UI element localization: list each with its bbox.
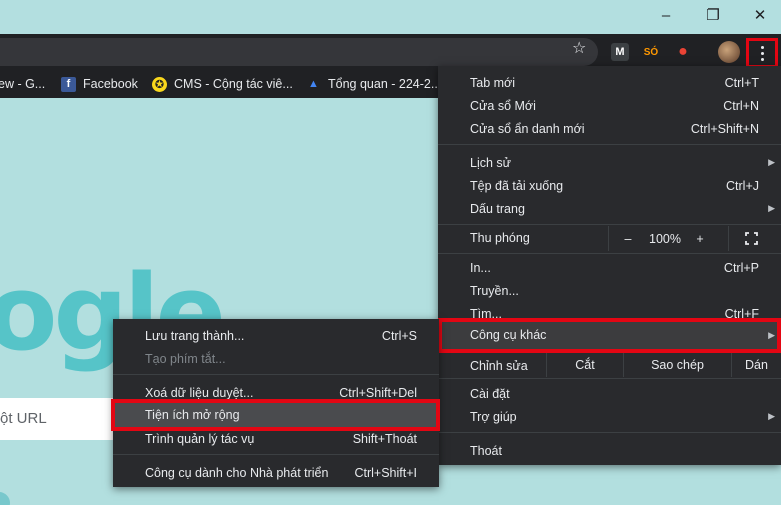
menu-label: Truyền...: [470, 283, 519, 298]
submenu-arrow-icon: ▶: [768, 411, 775, 421]
menu-shortcut: Ctrl+P: [723, 260, 759, 275]
menu-label: Lưu trang thành...: [145, 328, 245, 343]
menu-item-history[interactable]: Lịch sử ▶: [438, 151, 781, 174]
menu-divider: [113, 374, 439, 375]
bookmark-label: Tổng quan - 224-2...: [328, 77, 442, 91]
menu-label: Tệp đã tải xuống: [470, 178, 564, 193]
submenu-item-dev-tools[interactable]: Công cụ dành cho Nhà phát triển Ctrl+Shi…: [113, 461, 439, 484]
menu-label: Thoát: [470, 443, 502, 458]
bookmark-item-facebook[interactable]: f Facebook: [61, 76, 138, 92]
menu-divider: [438, 253, 781, 254]
menu-item-settings[interactable]: Cài đặt: [438, 382, 781, 405]
restore-button[interactable]: ❐: [690, 0, 736, 30]
shortcut-tile[interactable]: [0, 492, 10, 505]
browser-toolbar: ☆ M SÓ ●: [0, 34, 781, 70]
menu-shortcut: Ctrl+S: [381, 328, 417, 343]
fullscreen-button[interactable]: [738, 226, 764, 251]
kebab-dot-icon: [760, 57, 764, 61]
menu-item-downloads[interactable]: Tệp đã tải xuống Ctrl+J: [438, 174, 781, 197]
bookmark-star-icon[interactable]: ☆: [572, 38, 586, 58]
menu-label: Tab mới: [470, 75, 516, 90]
zoom-in-button[interactable]: +: [688, 226, 712, 251]
menu-item-more-tools[interactable]: Công cụ khác ▶: [438, 318, 781, 353]
menu-item-bookmarks[interactable]: Dấu trang ▶: [438, 197, 781, 220]
menu-shortcut: Shift+Thoát: [352, 431, 417, 446]
menu-label: Công cụ khác: [470, 328, 547, 342]
bookmark-item-ads[interactable]: ▲ Tổng quan - 224-2...: [306, 76, 441, 92]
address-bar[interactable]: [0, 38, 598, 66]
menu-shortcut: Ctrl+Shift+I: [354, 465, 417, 480]
menu-label: Lịch sử: [470, 155, 512, 170]
red-circle-icon[interactable]: ●: [674, 43, 692, 61]
menu-label: Trình quản lý tác vụ: [145, 431, 255, 446]
paste-button[interactable]: Dán: [731, 353, 781, 377]
title-bar: – ❐ ✕: [0, 0, 781, 34]
kebab-dot-icon: [760, 45, 764, 49]
menu-label: Chỉnh sửa: [470, 358, 528, 373]
bookmark-label: Facebook: [83, 77, 138, 91]
zoom-divider: [728, 226, 729, 251]
copy-button[interactable]: Sao chép: [623, 353, 731, 377]
chrome-menu-button[interactable]: [746, 38, 778, 68]
menu-item-print[interactable]: In... Ctrl+P: [438, 256, 781, 279]
menu-label: Xoá dữ liệu duyệt...: [145, 385, 254, 400]
menu-item-cast[interactable]: Truyền...: [438, 279, 781, 302]
minimize-button[interactable]: –: [643, 0, 689, 30]
menu-divider: [438, 144, 781, 145]
menu-shortcut: Ctrl+T: [724, 75, 759, 90]
menu-label: Cửa sổ Mới: [470, 98, 536, 113]
bookmark-item[interactable]: ew - G...: [0, 76, 45, 92]
menu-label: Trợ giúp: [470, 409, 517, 424]
menu-label: Thu phóng: [470, 230, 530, 245]
menu-item-new-window[interactable]: Cửa sổ Mới Ctrl+N: [438, 94, 781, 117]
search-input[interactable]: ột URL: [0, 398, 125, 440]
menu-shortcut: Ctrl+Shift+Del: [339, 385, 417, 400]
menu-item-exit[interactable]: Thoát: [438, 439, 781, 462]
kebab-dot-icon: [760, 51, 764, 55]
submenu-arrow-icon: ▶: [768, 157, 775, 167]
mailtrack-icon[interactable]: M: [611, 43, 629, 61]
menu-label: Công cụ dành cho Nhà phát triển: [145, 465, 329, 480]
menu-label: In...: [470, 260, 491, 275]
submenu-item-extensions[interactable]: Tiện ích mở rộng: [111, 399, 440, 431]
zoom-level: 100%: [649, 231, 681, 246]
search-placeholder: ột URL: [0, 410, 47, 427]
menu-label: Cài đặt: [470, 386, 510, 401]
zoom-out-button[interactable]: –: [615, 226, 641, 251]
close-button[interactable]: ✕: [737, 0, 781, 30]
bookmark-item-cms[interactable]: ✪ CMS - Cộng tác viê...: [152, 76, 293, 92]
menu-label: Cửa sổ ẩn danh mới: [470, 121, 585, 136]
menu-item-help[interactable]: Trợ giúp ▶: [438, 405, 781, 428]
menu-divider: [113, 454, 439, 455]
menu-lower-section: Chỉnh sửa Cắt Sao chép Dán Cài đặt Trợ g…: [438, 353, 781, 465]
cut-button[interactable]: Cắt: [546, 353, 623, 377]
bookmark-label: ew - G...: [0, 77, 46, 91]
menu-label: Tạo phím tắt...: [145, 351, 226, 366]
menu-item-incognito[interactable]: Cửa sổ ẩn danh mới Ctrl+Shift+N: [438, 117, 781, 140]
submenu-item-create-shortcut: Tạo phím tắt...: [113, 347, 439, 370]
facebook-icon: f: [61, 76, 76, 92]
menu-divider: [438, 432, 781, 433]
menu-divider: [438, 378, 781, 379]
menu-divider: [438, 224, 781, 225]
menu-item-new-tab[interactable]: Tab mới Ctrl+T: [438, 71, 781, 94]
google-ads-icon: ▲: [308, 78, 319, 90]
sale-icon[interactable]: SÓ: [642, 43, 660, 61]
menu-label: Tiện ích mở rộng: [145, 408, 240, 422]
menu-shortcut: Ctrl+J: [726, 178, 759, 193]
fullscreen-icon: [744, 232, 758, 245]
bookmark-label: CMS - Cộng tác viê...: [174, 77, 293, 91]
profile-avatar[interactable]: [718, 41, 740, 63]
menu-item-zoom: Thu phóng: [438, 226, 781, 249]
cms-icon: ✪: [152, 76, 167, 92]
menu-shortcut: Ctrl+N: [723, 98, 759, 113]
menu-shortcut: Ctrl+Shift+N: [690, 121, 759, 136]
submenu-item-save-page[interactable]: Lưu trang thành... Ctrl+S: [113, 324, 439, 347]
zoom-divider: [608, 226, 609, 251]
submenu-arrow-icon: ▶: [768, 330, 775, 340]
submenu-arrow-icon: ▶: [768, 203, 775, 213]
menu-label: Dấu trang: [470, 201, 525, 216]
